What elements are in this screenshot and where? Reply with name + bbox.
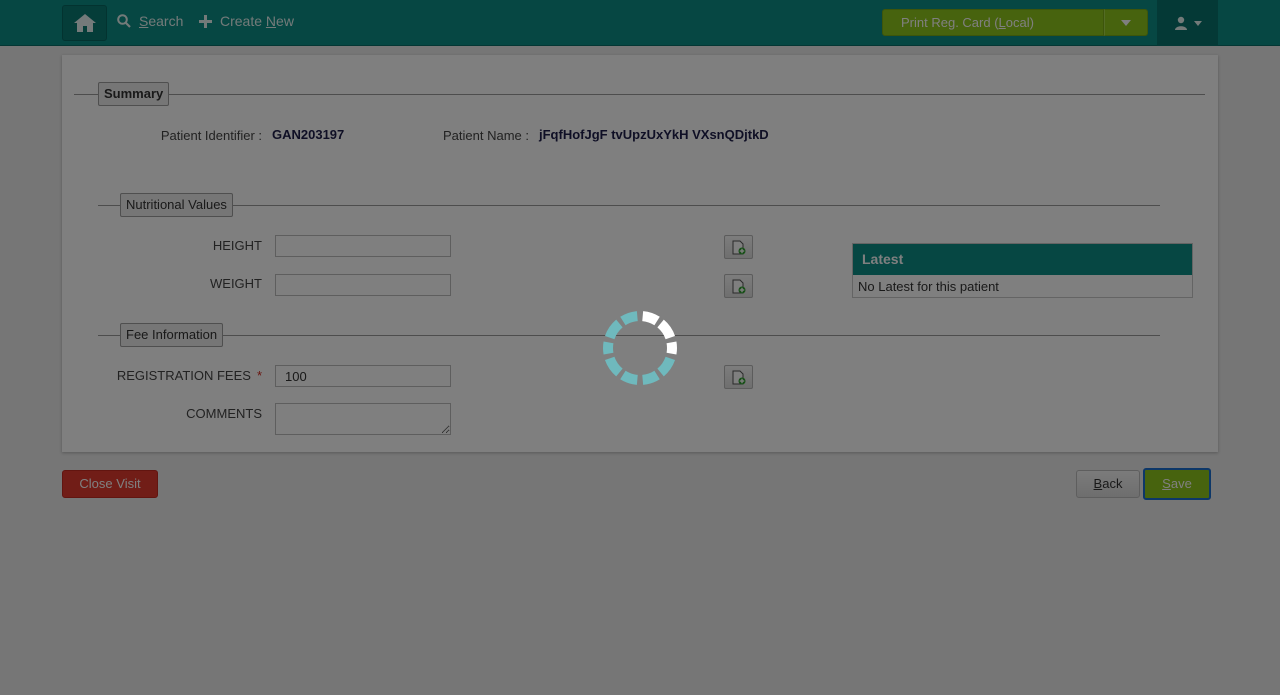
loading-spinner-icon [603, 311, 677, 385]
